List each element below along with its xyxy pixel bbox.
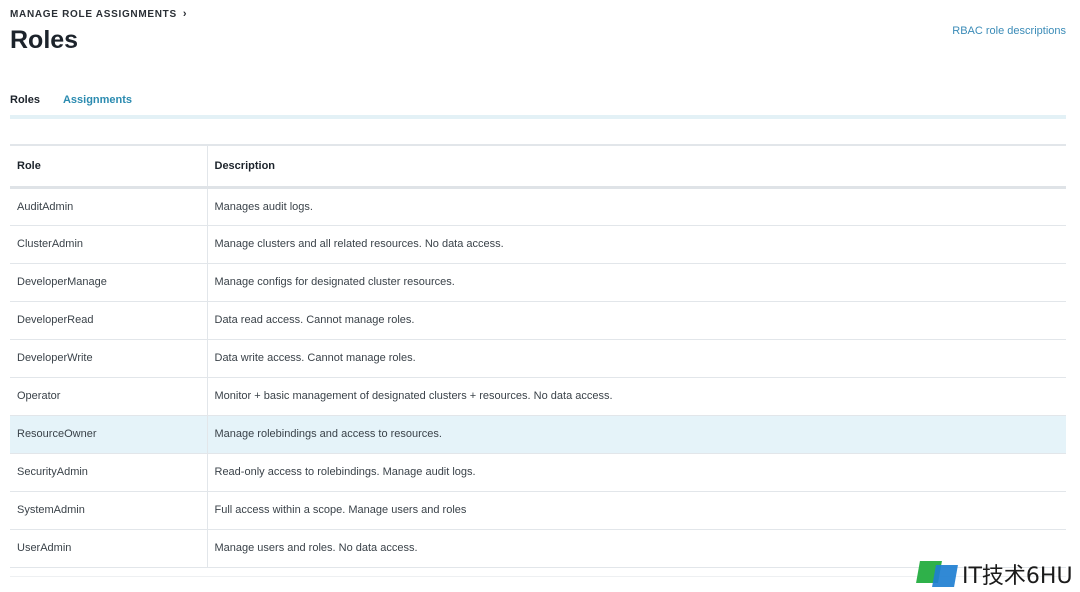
- role-cell: DeveloperRead: [17, 314, 94, 326]
- role-cell: ClusterAdmin: [17, 238, 84, 250]
- table-header-row: Role Description: [10, 145, 1066, 187]
- breadcrumb[interactable]: MANAGE ROLE ASSIGNMENTS ›: [10, 8, 187, 20]
- description-cell: Read-only access to rolebindings. Manage…: [206, 453, 1066, 491]
- table-row[interactable]: DeveloperRead Data read access. Cannot m…: [10, 301, 1066, 339]
- chevron-right-icon: ›: [182, 8, 188, 20]
- table-row[interactable]: Operator Monitor + basic management of d…: [10, 377, 1066, 415]
- watermark-text: IT技术6HU: [962, 564, 1073, 589]
- role-cell: DeveloperWrite: [17, 352, 93, 364]
- column-header-role[interactable]: Role: [10, 145, 207, 187]
- description-cell: Manage configs for designated cluster re…: [206, 263, 1066, 301]
- table-row[interactable]: ClusterAdmin Manage clusters and all rel…: [10, 225, 1066, 263]
- table-row-highlighted[interactable]: ResourceOwner Manage rolebindings and ac…: [10, 415, 1066, 453]
- description-cell: Manage clusters and all related resource…: [206, 225, 1066, 263]
- rbac-role-descriptions-link[interactable]: RBAC role descriptions: [952, 25, 1066, 37]
- watermark: IT技术6HU: [914, 558, 1073, 590]
- table-row[interactable]: SystemAdmin Full access within a scope. …: [10, 491, 1066, 529]
- description-cell: Data read access. Cannot manage roles.: [206, 301, 1066, 339]
- column-header-description[interactable]: Description: [206, 145, 1066, 187]
- table-row[interactable]: UserAdmin Manage users and roles. No dat…: [10, 529, 1066, 567]
- description-cell: Data write access. Cannot manage roles.: [206, 339, 1066, 377]
- table-row[interactable]: DeveloperWrite Data write access. Cannot…: [10, 339, 1066, 377]
- role-cell: UserAdmin: [17, 542, 72, 554]
- tab-rail-divider: [10, 115, 1066, 119]
- table-row[interactable]: SecurityAdmin Read-only access to rolebi…: [10, 453, 1066, 491]
- role-cell: SystemAdmin: [17, 504, 85, 516]
- roles-table: Role Description AuditAdmin Manages audi…: [10, 144, 1066, 568]
- description-cell: Monitor + basic management of designated…: [206, 377, 1066, 415]
- bottom-divider: [10, 576, 1066, 577]
- page-title: Roles: [10, 26, 79, 54]
- role-cell: AuditAdmin: [17, 200, 74, 213]
- watermark-logo-icon: [914, 559, 958, 589]
- role-cell: DeveloperManage: [17, 276, 107, 288]
- table-row[interactable]: AuditAdmin Manages audit logs.: [10, 187, 1066, 225]
- description-cell: Manages audit logs.: [206, 187, 1066, 225]
- breadcrumb-label[interactable]: MANAGE ROLE ASSIGNMENTS: [10, 9, 177, 20]
- table-row[interactable]: DeveloperManage Manage configs for desig…: [10, 263, 1066, 301]
- description-cell: Full access within a scope. Manage users…: [206, 491, 1066, 529]
- role-cell: Operator: [17, 390, 61, 402]
- role-cell: SecurityAdmin: [17, 466, 88, 478]
- role-cell: ResourceOwner: [17, 428, 97, 440]
- description-cell: Manage rolebindings and access to resour…: [206, 415, 1066, 453]
